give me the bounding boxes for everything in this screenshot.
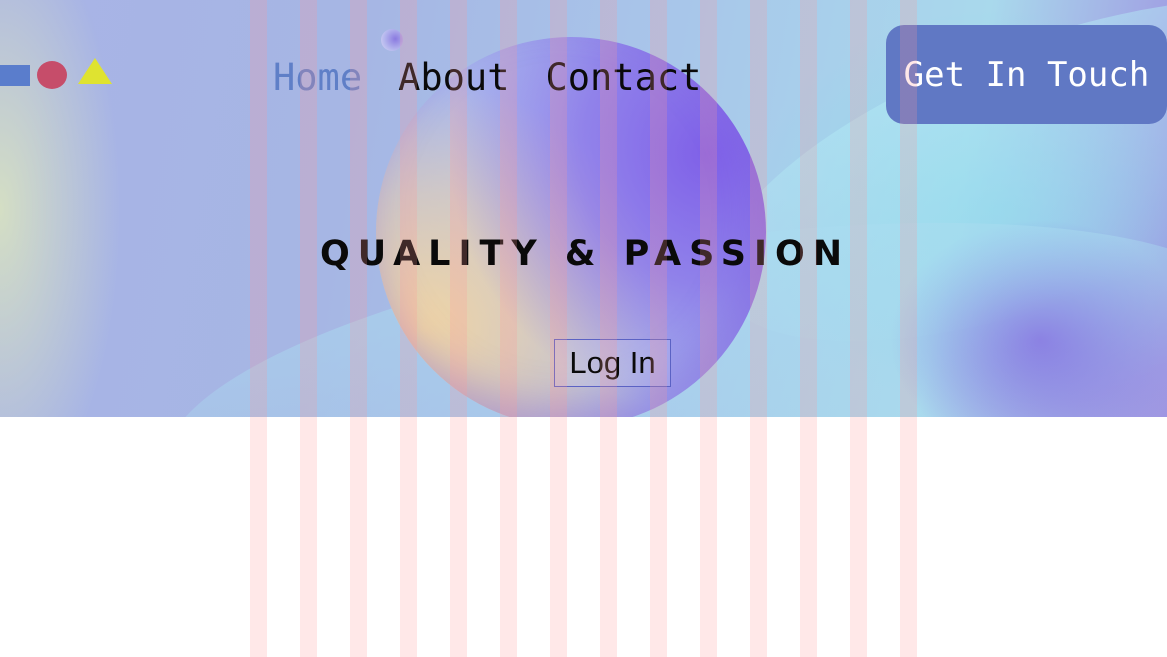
page: Home About Contact Get In Touch QUALITY …: [0, 0, 1167, 657]
hero-small-sphere-graphic: [381, 29, 403, 51]
logo-triangle-icon: [78, 58, 112, 84]
nav-home-link[interactable]: Home: [273, 56, 362, 99]
get-in-touch-button[interactable]: Get In Touch: [886, 25, 1167, 124]
logo[interactable]: [0, 57, 112, 89]
hero-headline: QUALITY & PASSION: [320, 234, 851, 274]
logo-circle-icon: [37, 61, 67, 89]
log-in-button[interactable]: Log In: [554, 339, 671, 387]
main-nav: Home About Contact: [273, 52, 737, 102]
nav-about-link[interactable]: About: [398, 56, 509, 99]
nav-contact-link[interactable]: Contact: [546, 56, 702, 99]
content-area: [0, 417, 1167, 657]
logo-square-icon: [0, 65, 30, 86]
